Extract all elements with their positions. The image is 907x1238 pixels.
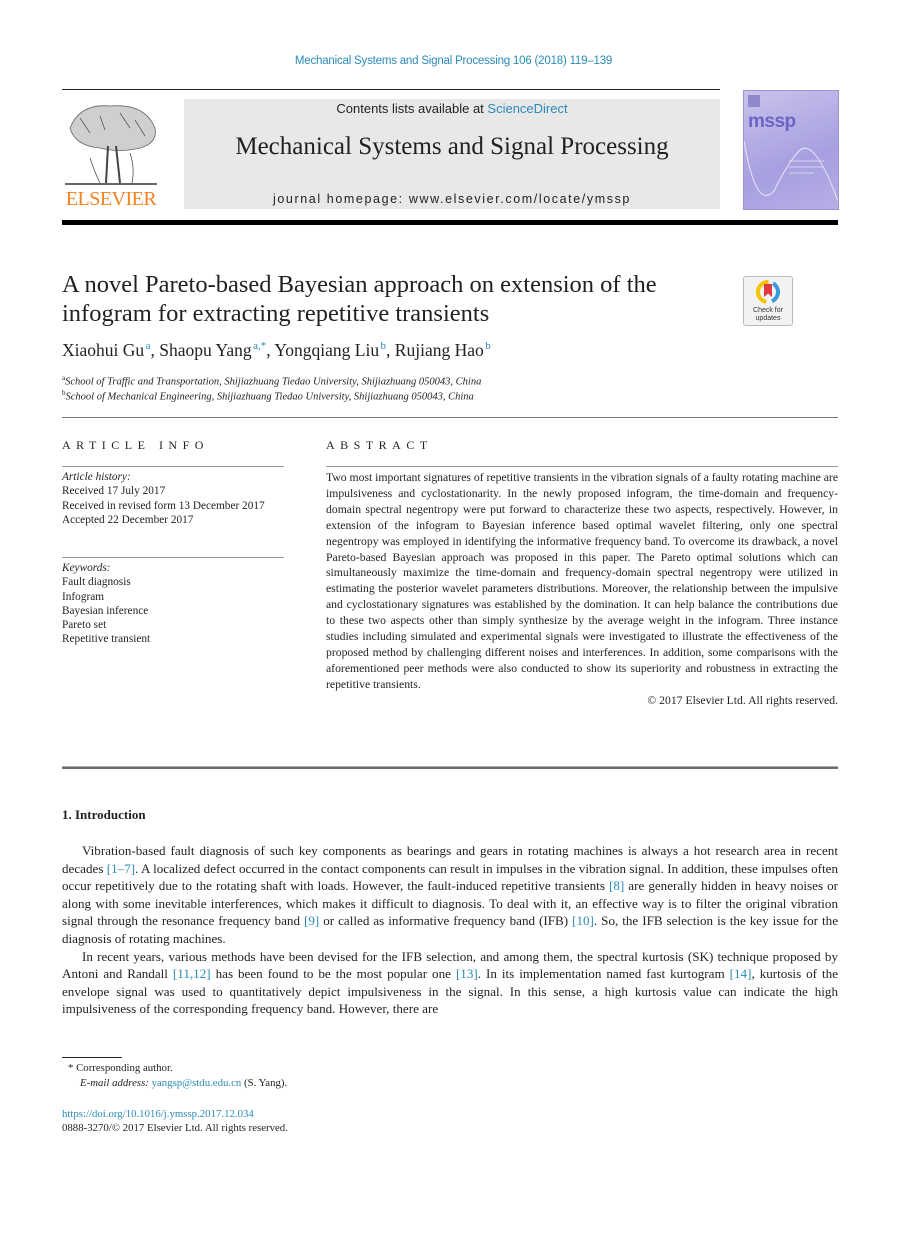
elsevier-logo[interactable]: ELSEVIER xyxy=(60,98,162,210)
keywords-block: Keywords: Fault diagnosis Infogram Bayes… xyxy=(62,561,284,647)
abstract: Two most important signatures of repetit… xyxy=(326,470,838,709)
affiliation-b: bSchool of Mechanical Engineering, Shiji… xyxy=(62,389,474,403)
abstract-text: Two most important signatures of repetit… xyxy=(326,471,839,691)
introduction-body: Vibration-based fault diagnosis of such … xyxy=(62,842,838,1018)
paragraph: In recent years, various methods have be… xyxy=(62,948,838,1018)
keyword: Repetitive transient xyxy=(62,633,151,646)
email-link[interactable]: yangsp@stdu.edu.cn xyxy=(152,1077,242,1089)
author-affiliation-marker[interactable]: b xyxy=(381,340,387,352)
crossmark-icon xyxy=(756,280,780,304)
author-list: Xiaohui Gu a, Shaopu Yang a,*, Yongqiang… xyxy=(62,340,491,360)
history-item: Received in revised form 13 December 201… xyxy=(62,499,265,512)
affiliation-text: School of Mechanical Engineering, Shijia… xyxy=(65,391,474,403)
paragraph-text: or called as informative frequency band … xyxy=(319,913,573,929)
journal-homepage-link[interactable]: journal homepage: www.elsevier.com/locat… xyxy=(184,192,720,206)
history-item: Accepted 22 December 2017 xyxy=(62,513,194,526)
abstract-copyright: © 2017 Elsevier Ltd. All rights reserved… xyxy=(647,693,838,707)
article-history: Article history: Received 17 July 2017 R… xyxy=(62,470,284,527)
article-history-label: Article history: xyxy=(62,471,131,483)
divider xyxy=(62,766,838,769)
journal-reference-link[interactable]: Mechanical Systems and Signal Processing… xyxy=(0,55,907,67)
corresponding-author-note: * Corresponding author. xyxy=(68,1062,173,1074)
author-affiliation-marker[interactable]: a xyxy=(146,340,151,352)
elsevier-tree-icon xyxy=(65,105,157,185)
keyword: Pareto set xyxy=(62,619,107,632)
sciencedirect-link[interactable]: ScienceDirect xyxy=(487,101,567,116)
journal-title: Mechanical Systems and Signal Processing xyxy=(235,133,669,160)
elsevier-wordmark: ELSEVIER xyxy=(65,188,157,210)
divider xyxy=(62,557,284,558)
section-heading-introduction: 1. Introduction xyxy=(62,807,146,822)
divider xyxy=(326,466,838,467)
footnote-rule xyxy=(62,1057,122,1058)
citation-link[interactable]: [9] xyxy=(304,913,319,928)
author-name[interactable]: Rujiang Hao xyxy=(395,340,484,360)
doi-link[interactable]: https://doi.org/10.1016/j.ymssp.2017.12.… xyxy=(62,1108,254,1120)
citation-link[interactable]: [13] xyxy=(456,966,478,981)
contents-line: Contents lists available at ScienceDirec… xyxy=(184,101,720,116)
journal-banner: Contents lists available at ScienceDirec… xyxy=(184,99,720,209)
keywords-label: Keywords: xyxy=(62,562,111,574)
author-affiliation-marker[interactable]: b xyxy=(485,340,491,352)
citation-link[interactable]: [8] xyxy=(609,878,624,893)
author-name[interactable]: Xiaohui Gu xyxy=(62,340,144,360)
check-for-updates-label: Check for updates xyxy=(753,307,783,322)
affiliation-a: aSchool of Traffic and Transportation, S… xyxy=(62,374,481,388)
email-note: E-mail address: yangsp@stdu.edu.cn (S. Y… xyxy=(80,1077,287,1089)
email-suffix: (S. Yang). xyxy=(241,1077,288,1089)
author-name[interactable]: Yongqiang Liu xyxy=(274,340,379,360)
issn-copyright: 0888-3270/© 2017 Elsevier Ltd. All right… xyxy=(62,1122,288,1134)
divider xyxy=(62,466,284,467)
author-affiliation-marker[interactable]: a,* xyxy=(253,340,266,352)
affiliation-text: School of Traffic and Transportation, Sh… xyxy=(65,376,482,388)
article-title: A novel Pareto-based Bayesian approach o… xyxy=(62,271,657,327)
contents-prefix: Contents lists available at xyxy=(336,101,488,116)
abstract-heading: ABSTRACT xyxy=(326,438,433,452)
paragraph-text: . In its implementation named fast kurto… xyxy=(477,966,730,982)
citation-link[interactable]: [11,12] xyxy=(173,966,211,981)
email-label: E-mail address: xyxy=(80,1077,152,1089)
article-info-heading: ARTICLE INFO xyxy=(62,438,209,452)
author-name[interactable]: Shaopu Yang xyxy=(159,340,251,360)
header-thick-rule xyxy=(62,220,838,225)
paragraph: Vibration-based fault diagnosis of such … xyxy=(62,842,838,948)
keyword: Fault diagnosis xyxy=(62,576,131,589)
journal-cover-thumbnail[interactable]: mssp xyxy=(743,90,839,210)
header-rule xyxy=(62,89,720,90)
cover-publisher-icon xyxy=(748,95,760,107)
citation-link[interactable]: [14] xyxy=(730,966,752,981)
divider xyxy=(62,417,838,418)
cover-title: mssp xyxy=(748,111,796,132)
keyword: Infogram xyxy=(62,590,105,603)
cover-wave-graphic xyxy=(744,140,838,202)
citation-link[interactable]: [1–7] xyxy=(107,861,135,876)
paragraph-text: has been found to be the most popular on… xyxy=(210,966,456,982)
citation-link[interactable]: [10] xyxy=(572,913,594,928)
history-item: Received 17 July 2017 xyxy=(62,485,166,498)
check-for-updates-button[interactable]: Check for updates xyxy=(743,276,793,326)
keyword: Bayesian inference xyxy=(62,604,149,617)
